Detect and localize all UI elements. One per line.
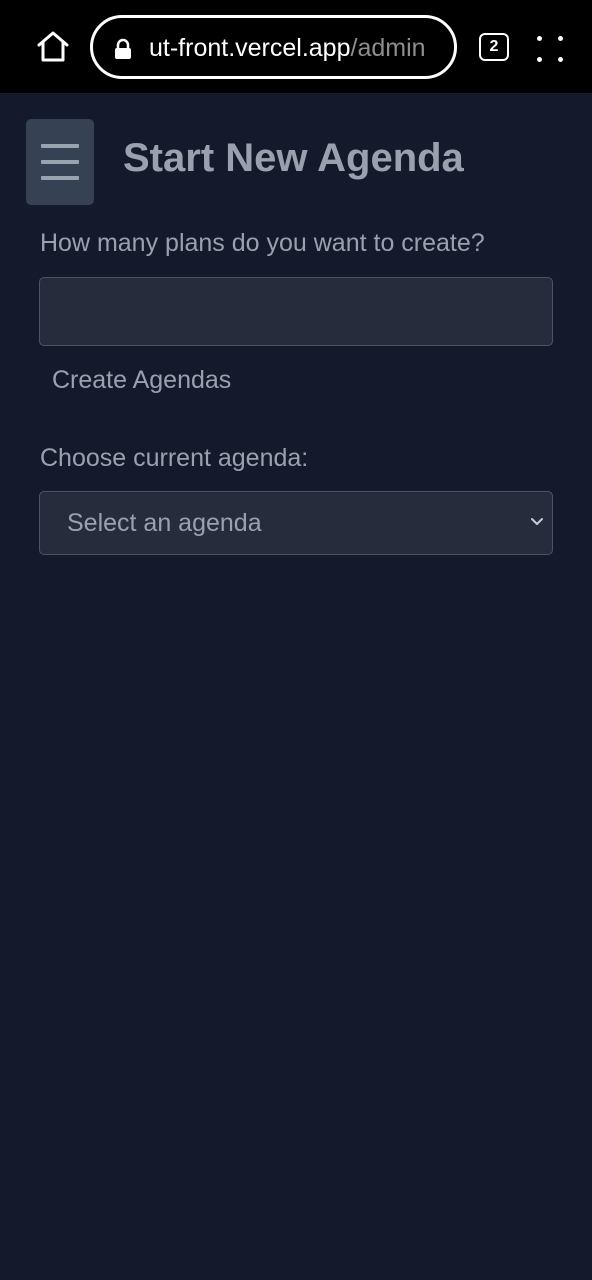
agenda-select[interactable]: Select an agenda	[39, 491, 553, 555]
hamburger-bar	[41, 160, 79, 164]
browser-toolbar: ut-front.vercel.app/admin 2	[0, 0, 592, 93]
current-agenda-label: Choose current agenda:	[40, 444, 309, 472]
hamburger-menu-icon	[41, 144, 79, 148]
url-host: ut-front.vercel.app	[149, 34, 351, 62]
home-icon	[37, 31, 69, 62]
url-text: ut-front.vercel.app/admin	[149, 32, 426, 64]
tab-count-label: 2	[489, 38, 499, 55]
page-title: Start New Agenda	[123, 136, 464, 180]
home-button[interactable]	[34, 28, 72, 66]
create-agendas-button[interactable]: Create Agendas	[52, 364, 231, 396]
more-dots-icon[interactable]	[537, 36, 563, 62]
admin-page: Start New Agenda How many plans do you w…	[0, 93, 592, 1280]
hamburger-bar	[41, 176, 79, 180]
tabs-button[interactable]: 2	[479, 33, 509, 61]
address-bar[interactable]: ut-front.vercel.app/admin	[90, 15, 457, 79]
hamburger-menu-button[interactable]	[26, 119, 94, 205]
lock-icon	[115, 38, 131, 59]
plans-count-label: How many plans do you want to create?	[40, 229, 485, 257]
chevron-down-icon	[531, 518, 543, 525]
plans-count-input[interactable]	[39, 277, 553, 346]
agenda-select-value: Select an agenda	[67, 509, 262, 537]
url-path: /admin	[350, 34, 426, 62]
